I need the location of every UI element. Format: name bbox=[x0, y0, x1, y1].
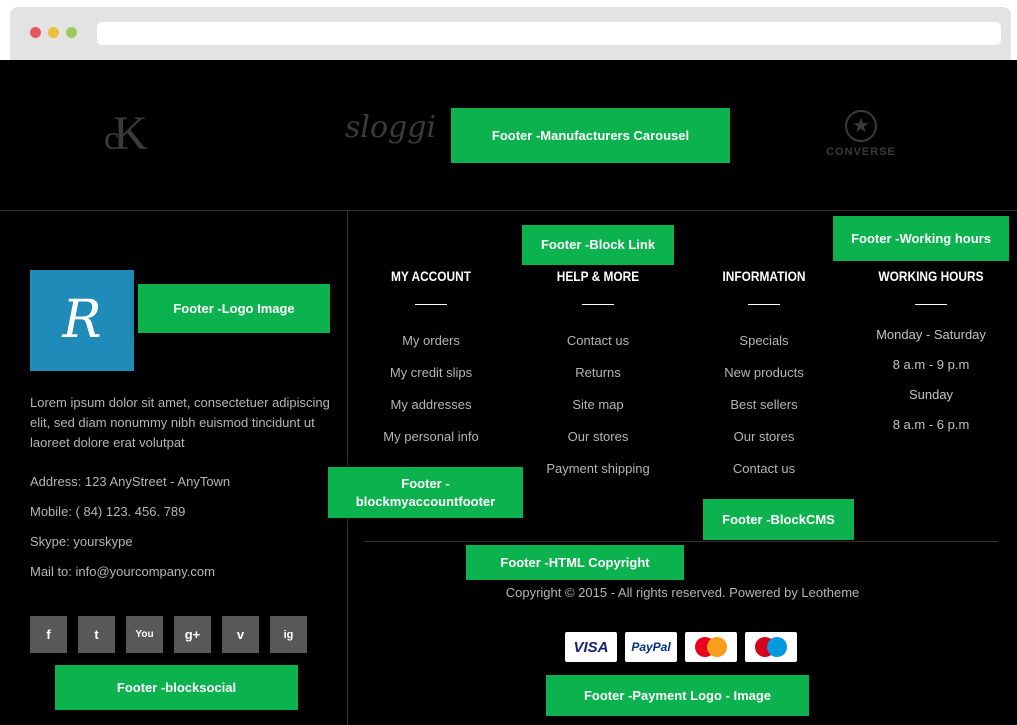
link-site-map[interactable]: Site map bbox=[513, 397, 683, 429]
maximize-window-dot[interactable] bbox=[66, 27, 77, 38]
annotation-blockcms: Footer -BlockCMS bbox=[703, 499, 854, 540]
mastercard-logo bbox=[685, 632, 737, 662]
browser-chrome bbox=[10, 7, 1011, 60]
logo-letter: R bbox=[62, 290, 102, 350]
working-hours-column: WORKING HOURS Monday - Saturday 8 a.m - … bbox=[846, 268, 1016, 447]
hours-line: Sunday bbox=[908, 387, 954, 402]
annotation-blockmyaccountfooter: Footer - blockmyaccountfooter bbox=[328, 467, 523, 518]
minimize-window-dot[interactable] bbox=[48, 27, 59, 38]
working-hours-title: WORKING HOURS bbox=[878, 268, 984, 284]
brand-ck-c: c bbox=[104, 120, 119, 157]
link-my-addresses[interactable]: My addresses bbox=[346, 397, 516, 429]
copyright-divider bbox=[364, 541, 998, 542]
address-bar[interactable] bbox=[97, 22, 1001, 45]
title-separator bbox=[582, 304, 614, 305]
link-our-stores[interactable]: Our stores bbox=[513, 429, 683, 461]
link-payment-shipping[interactable]: Payment shipping bbox=[513, 461, 683, 493]
information-column: INFORMATION Specials New products Best s… bbox=[679, 268, 849, 493]
brand-logo-converse[interactable]: ★ CONVERSE bbox=[824, 110, 898, 158]
help-title: HELP & MORE bbox=[556, 268, 640, 284]
youtube-icon[interactable]: You bbox=[126, 616, 163, 653]
link-returns[interactable]: Returns bbox=[513, 365, 683, 397]
contact-mobile: Mobile: ( 84) 123. 456. 789 bbox=[30, 504, 186, 519]
maestro-logo bbox=[745, 632, 797, 662]
brand-logo-sloggi[interactable]: sloggi bbox=[345, 110, 436, 145]
help-column: HELP & MORE Contact us Returns Site map … bbox=[513, 268, 683, 493]
link-new-products[interactable]: New products bbox=[679, 365, 849, 397]
annotation-line: blockmyaccountfooter bbox=[355, 493, 496, 509]
instagram-icon[interactable]: ig bbox=[270, 616, 307, 653]
contact-skype: Skype: yourskype bbox=[30, 534, 133, 549]
link-my-personal-info[interactable]: My personal info bbox=[346, 429, 516, 461]
link-our-stores[interactable]: Our stores bbox=[679, 429, 849, 461]
copyright-text: Copyright © 2015 - All rights reserved. … bbox=[505, 585, 860, 600]
contact-mail: Mail to: info@yourcompany.com bbox=[30, 564, 215, 579]
social-links: f t You g+ v ig bbox=[30, 616, 307, 653]
brand-converse-word: CONVERSE bbox=[826, 146, 896, 158]
information-title: INFORMATION bbox=[722, 268, 806, 284]
my-account-title: MY ACCOUNT bbox=[390, 268, 472, 284]
annotation-working-hours: Footer -Working hours bbox=[833, 216, 1009, 261]
annotation-payment-logo: Footer -Payment Logo - Image bbox=[546, 675, 809, 716]
about-text: Lorem ipsum dolor sit amet, consectetuer… bbox=[30, 395, 330, 450]
close-window-dot[interactable] bbox=[30, 27, 41, 38]
title-separator bbox=[415, 304, 447, 305]
title-separator bbox=[748, 304, 780, 305]
link-best-sellers[interactable]: Best sellers bbox=[679, 397, 849, 429]
payment-logos: VISA PayPal bbox=[565, 632, 797, 662]
brand-logo-ck[interactable]: cK bbox=[104, 106, 148, 161]
twitter-icon[interactable]: t bbox=[78, 616, 115, 653]
title-separator bbox=[915, 304, 947, 305]
vimeo-icon[interactable]: v bbox=[222, 616, 259, 653]
hours-line: Monday - Saturday bbox=[876, 327, 986, 342]
paypal-logo: PayPal bbox=[625, 632, 677, 662]
link-my-credit-slips[interactable]: My credit slips bbox=[346, 365, 516, 397]
annotation-manufacturers-carousel: Footer -Manufacturers Carousel bbox=[451, 108, 730, 163]
annotation-blocksocial: Footer -blocksocial bbox=[55, 665, 298, 710]
link-contact-us[interactable]: Contact us bbox=[679, 461, 849, 493]
footer-logo[interactable]: R bbox=[30, 270, 134, 371]
brand-ck-k: K bbox=[113, 107, 148, 160]
annotation-line: Footer - bbox=[401, 475, 450, 491]
hours-line: 8 a.m - 6 p.m bbox=[892, 417, 970, 432]
my-account-column: MY ACCOUNT My orders My credit slips My … bbox=[346, 268, 516, 461]
star-icon: ★ bbox=[845, 110, 877, 142]
annotation-html-copyright: Footer -HTML Copyright bbox=[466, 545, 684, 580]
footer: cK sloggi ★ CONVERSE R Lorem ipsum dolor… bbox=[0, 60, 1017, 725]
google-plus-icon[interactable]: g+ bbox=[174, 616, 211, 653]
link-contact-us[interactable]: Contact us bbox=[513, 333, 683, 365]
facebook-icon[interactable]: f bbox=[30, 616, 67, 653]
annotation-block-link: Footer -Block Link bbox=[522, 225, 674, 265]
link-my-orders[interactable]: My orders bbox=[346, 333, 516, 365]
hours-line: 8 a.m - 9 p.m bbox=[892, 357, 970, 372]
link-specials[interactable]: Specials bbox=[679, 333, 849, 365]
visa-logo: VISA bbox=[565, 632, 617, 662]
annotation-logo-image: Footer -Logo Image bbox=[138, 284, 330, 333]
contact-address: Address: 123 AnyStreet - AnyTown bbox=[30, 474, 231, 489]
